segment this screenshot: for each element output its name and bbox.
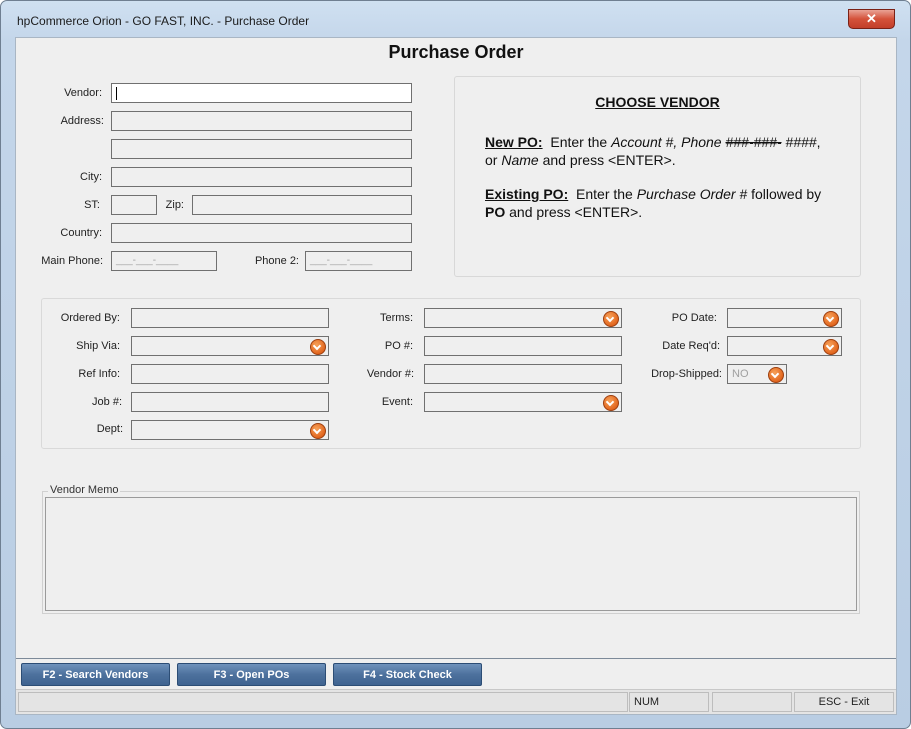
status-blank-cell [712,692,792,712]
event-label: Event: [381,396,413,408]
phone2-input[interactable]: ___-___-____ [305,251,412,271]
app-window: hpCommerce Orion - GO FAST, INC. - Purch… [0,0,911,729]
address-line2-input[interactable] [111,139,412,159]
existing-po-text-2: followed by [747,186,822,202]
esc-exit-indicator[interactable]: ESC - Exit [794,692,894,712]
new-po-label: New PO: [485,134,543,150]
existing-po-label: Existing PO: [485,186,569,202]
vendor-number-input[interactable] [424,364,622,384]
zip-label: Zip: [165,199,184,211]
open-pos-button[interactable]: F3 - Open POs [177,663,326,686]
terms-dropdown-icon[interactable] [603,311,619,327]
main-phone-input[interactable]: ___-___-____ [111,251,217,271]
date-reqd-label: Date Req'd: [662,340,720,352]
main-phone-label: Main Phone: [41,255,103,267]
existing-po-instructions: Existing PO: Enter the Purchase Order # … [485,185,835,221]
st-label: ST: [84,199,100,211]
job-label: Job #: [92,396,122,408]
terms-select[interactable] [424,308,622,328]
new-po-text-1: Enter the [550,134,612,150]
vendor-memo-group [42,491,860,614]
existing-po-po: Purchase Order # [636,186,748,202]
address-line1-input[interactable] [111,111,412,131]
new-po-instructions: New PO: Enter the Account #, Phone ###-#… [485,133,835,169]
title-bar: hpCommerce Orion - GO FAST, INC. - Purch… [1,1,910,37]
existing-po-bold: PO [485,204,506,220]
new-po-account: Account #, Phone [611,134,726,150]
po-date-calendar-icon[interactable] [823,311,839,327]
po-number-input[interactable] [424,336,622,356]
status-bar: NUM ESC - Exit [16,689,896,714]
event-select[interactable] [424,392,622,412]
country-label: Country: [60,227,102,239]
ref-info-label: Ref Info: [78,368,120,380]
new-po-mask-b: #### [785,134,817,150]
dept-dropdown-icon[interactable] [310,423,326,439]
stock-check-button[interactable]: F4 - Stock Check [333,663,482,686]
function-key-bar: F2 - Search Vendors F3 - Open POs F4 - S… [16,658,896,690]
zip-input[interactable] [192,195,412,215]
ref-info-input[interactable] [131,364,329,384]
page-title: Purchase Order [388,42,524,62]
po-number-label: PO #: [384,340,413,352]
new-po-mask-a: ###-###- [725,134,782,150]
choose-vendor-panel: CHOOSE VENDOR New PO: Enter the Account … [454,76,861,277]
existing-po-text-1: Enter the [576,186,637,202]
ordered-by-input[interactable] [131,308,329,328]
terms-label: Terms: [380,312,413,324]
status-message [18,692,628,712]
ship-via-label: Ship Via: [76,340,120,352]
ship-via-select[interactable] [131,336,329,356]
phone2-label: Phone 2: [254,255,299,267]
text-cursor [116,87,117,100]
job-input[interactable] [131,392,329,412]
existing-po-text-3: and press <ENTER>. [505,204,643,220]
po-date-label: PO Date: [671,312,717,324]
window-title: hpCommerce Orion - GO FAST, INC. - Purch… [17,14,310,28]
vendor-input[interactable] [111,83,412,103]
close-button[interactable]: ✕ [848,9,895,29]
new-po-name: Name [501,152,539,168]
ordered-by-label: Ordered By: [60,312,120,324]
form-area: Purchase Order Vendor: Address: City: ST… [15,37,897,715]
country-input[interactable] [111,223,412,243]
date-reqd-calendar-icon[interactable] [823,339,839,355]
city-input[interactable] [111,167,412,187]
city-label: City: [80,171,102,183]
ship-via-dropdown-icon[interactable] [310,339,326,355]
new-po-text-3: and press <ENTER>. [538,152,676,168]
vendor-label: Vendor: [64,87,102,99]
state-input[interactable] [111,195,157,215]
dept-select[interactable] [131,420,329,440]
num-lock-indicator: NUM [629,692,709,712]
address-label: Address: [60,115,104,127]
drop-shipped-label: Drop-Shipped: [651,368,722,380]
drop-shipped-dropdown-icon[interactable] [768,367,784,383]
vendor-number-label: Vendor #: [366,368,414,380]
vendor-memo-textarea[interactable] [45,497,857,611]
choose-vendor-title: CHOOSE VENDOR [595,94,720,110]
search-vendors-button[interactable]: F2 - Search Vendors [21,663,170,686]
event-dropdown-icon[interactable] [603,395,619,411]
vendor-memo-legend: Vendor Memo [48,484,121,496]
dept-label: Dept: [96,423,123,435]
